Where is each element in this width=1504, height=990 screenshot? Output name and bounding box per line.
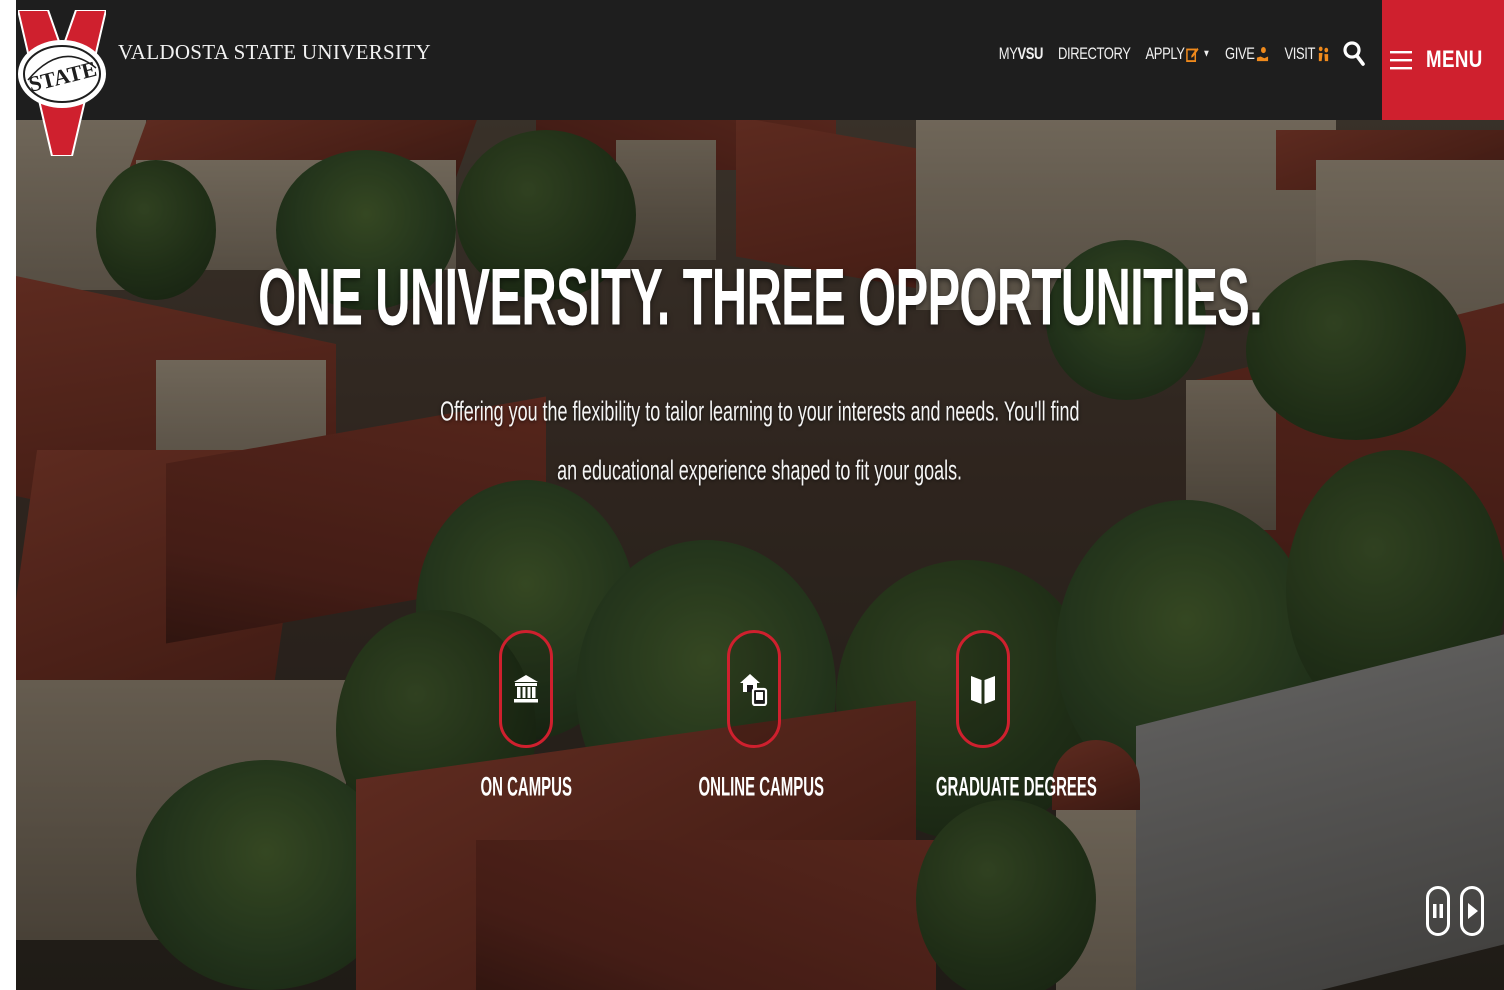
site-header: VALDOSTA STATE UNIVERSITY MY VSU DIRECTOR… xyxy=(16,0,1504,120)
pathway-on-campus[interactable]: ON CAMPUS xyxy=(441,630,611,802)
building-columns-icon xyxy=(514,675,538,703)
pathway-graduate-degrees-text: GRADUATE DEGREES xyxy=(935,771,1097,802)
pathway-on-campus-label: ON CAMPUS xyxy=(441,771,611,802)
nav-directory-label: DIRECTORY xyxy=(1058,43,1131,63)
play-icon xyxy=(1468,903,1478,919)
play-button[interactable] xyxy=(1460,886,1484,936)
house-device-icon xyxy=(740,674,768,706)
pathway-graduate-degrees-badge xyxy=(956,630,1010,748)
edit-icon xyxy=(1186,46,1200,61)
nav-myvsu-bold: VSU xyxy=(1017,43,1044,63)
vsu-logo[interactable]: STATE xyxy=(18,10,106,156)
hero-subtitle-line-2: an educational experience shaped to fit … xyxy=(16,454,1504,486)
pause-icon xyxy=(1433,904,1443,918)
pathway-graduate-degrees-label: GRADUATE DEGREES xyxy=(898,771,1097,801)
search-icon[interactable] xyxy=(1342,39,1366,67)
nav-directory-link[interactable]: DIRECTORY xyxy=(1058,44,1131,63)
pathway-online-campus-text: ONLINE CAMPUS xyxy=(698,771,825,802)
pathway-on-campus-text: ON CAMPUS xyxy=(480,771,572,802)
nav-apply-label: APPLY xyxy=(1145,43,1185,63)
pathway-online-campus[interactable]: ONLINE CAMPUS xyxy=(669,630,839,802)
hero-background-image xyxy=(16,120,1504,990)
nav-myvsu-link[interactable]: MY VSU xyxy=(998,43,1044,63)
hero-title-text: ONE UNIVERSITY. THREE OPPORTUNITIES. xyxy=(258,252,1263,342)
utility-nav: MY VSU DIRECTORY APPLY ▼ GIVE VISIT xyxy=(984,36,1366,70)
donate-hand-icon xyxy=(1257,45,1269,60)
hero-subtitle-line-2-text: an educational experience shaped to fit … xyxy=(557,454,963,486)
slideshow-controls xyxy=(1416,886,1484,936)
hamburger-icon xyxy=(1390,51,1412,70)
nav-give-link[interactable]: GIVE xyxy=(1225,43,1269,63)
hero-subtitle-line-1-text: Offering you the flexibility to tailor l… xyxy=(440,395,1080,427)
nav-visit-link[interactable]: VISIT xyxy=(1284,43,1330,63)
university-name[interactable]: VALDOSTA STATE UNIVERSITY xyxy=(118,40,431,65)
menu-button[interactable]: MENU xyxy=(1382,0,1504,120)
pathway-online-campus-badge xyxy=(727,630,781,748)
nav-apply-link[interactable]: APPLY ▼ xyxy=(1145,43,1211,63)
menu-label: MENU xyxy=(1426,46,1483,73)
pathway-on-campus-badge xyxy=(499,630,553,748)
hero-title: ONE UNIVERSITY. THREE OPPORTUNITIES. xyxy=(16,257,1504,338)
pathway-graduate-degrees[interactable]: GRADUATE DEGREES xyxy=(898,630,1097,801)
hero-subtitle-line-1: Offering you the flexibility to tailor l… xyxy=(16,395,1504,427)
nav-visit-label: VISIT xyxy=(1284,43,1315,63)
chevron-down-icon: ▼ xyxy=(1202,47,1211,59)
walking-people-icon xyxy=(1318,45,1329,60)
page-frame: VALDOSTA STATE UNIVERSITY MY VSU DIRECTOR… xyxy=(16,0,1504,990)
nav-myvsu-prefix: MY xyxy=(998,43,1018,63)
nav-give-label: GIVE xyxy=(1225,43,1255,63)
open-book-icon xyxy=(971,676,995,704)
pathway-online-campus-label: ONLINE CAMPUS xyxy=(669,771,839,802)
pause-button[interactable] xyxy=(1426,886,1450,936)
